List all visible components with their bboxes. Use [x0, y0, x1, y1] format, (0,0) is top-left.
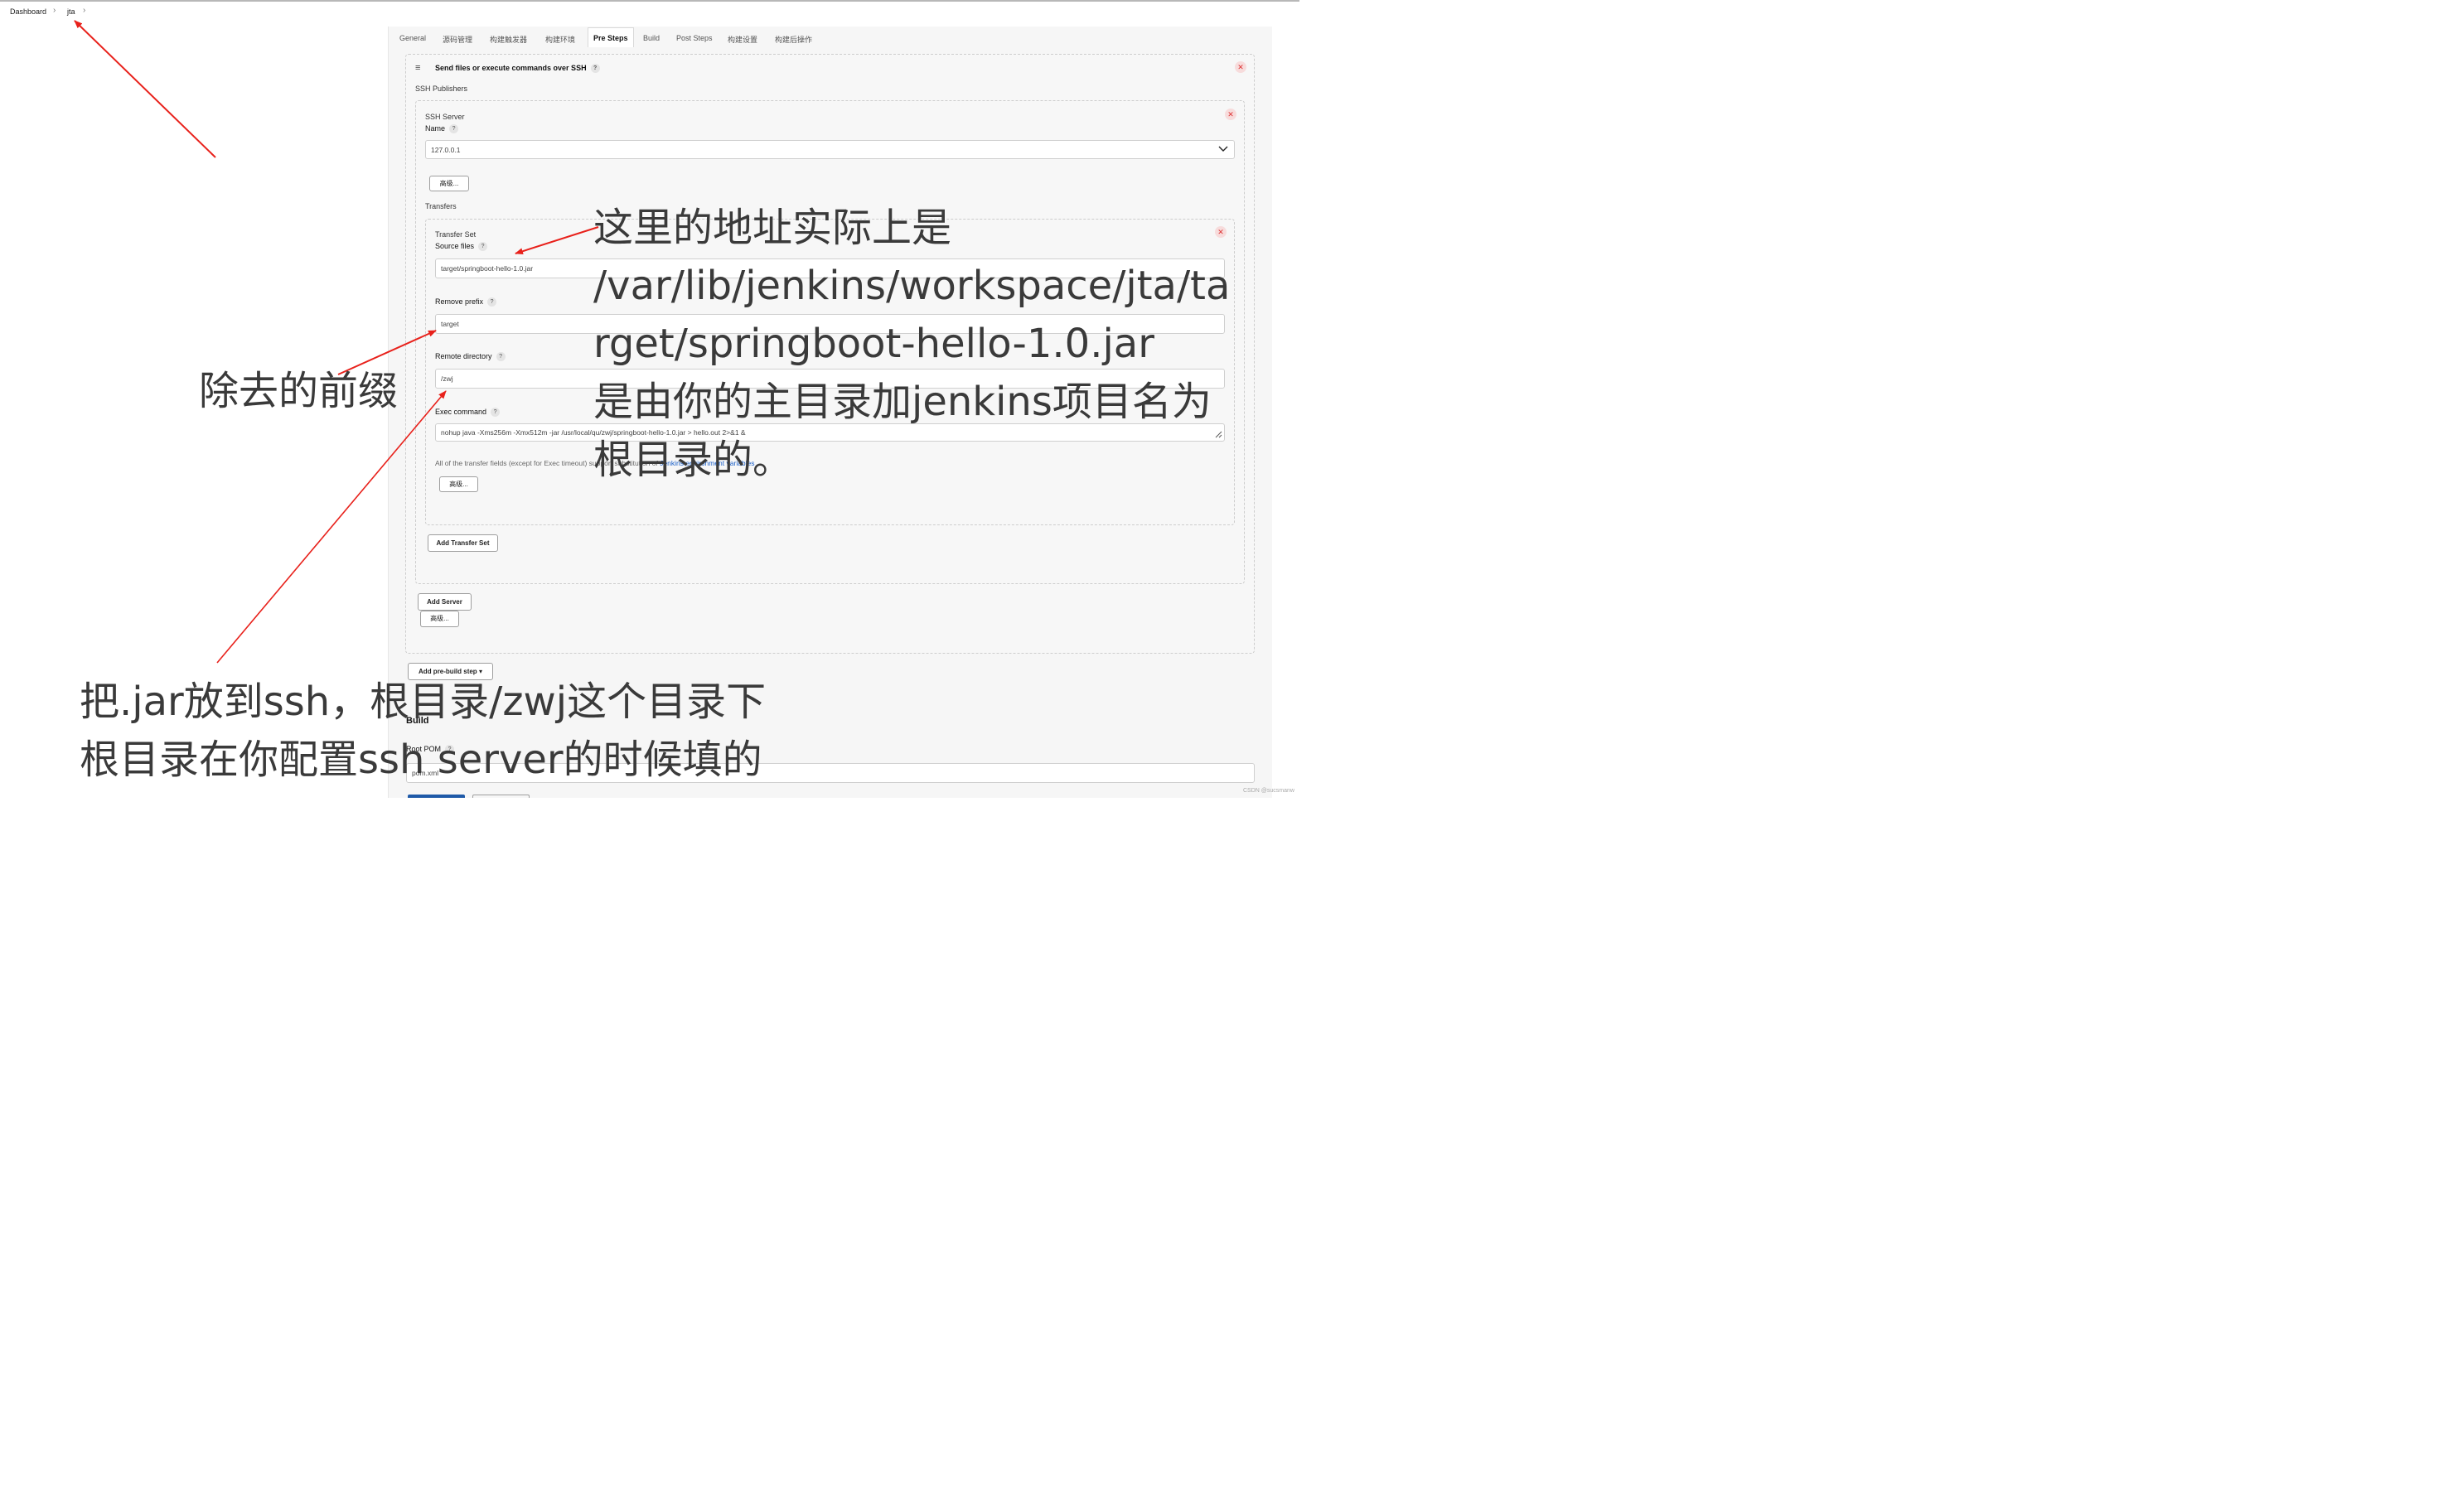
arrow-to-source-files	[515, 226, 599, 255]
right-annotation-line: rget/springboot-hello-1.0.jar	[593, 321, 1154, 367]
right-annotation: 这里的地址实际上是 /var/lib/jenkins/workspace/jta…	[593, 199, 1230, 489]
arrow-to-breadcrumb	[74, 20, 216, 158]
watermark: CSDN @sucsmanw	[1243, 788, 1294, 794]
right-annotation-line: 根目录的。	[593, 437, 793, 483]
right-annotation-line: 这里的地址实际上是	[593, 205, 952, 251]
bottom-annotation-line: 根目录在你配置ssh server的时候填的	[80, 737, 762, 783]
bottom-annotation-line: 把.jar放到ssh，根目录/zwj这个目录下	[80, 679, 767, 725]
bottom-annotation: 把.jar放到ssh，根目录/zwj这个目录下 根目录在你配置ssh serve…	[80, 673, 766, 789]
right-annotation-line: /var/lib/jenkins/workspace/jta/ta	[593, 263, 1231, 309]
left-annotation: 除去的前缀	[199, 368, 399, 414]
arrow-to-remote-directory	[216, 390, 447, 664]
right-annotation-line: 是由你的主目录加jenkins项目名为	[593, 379, 1212, 425]
